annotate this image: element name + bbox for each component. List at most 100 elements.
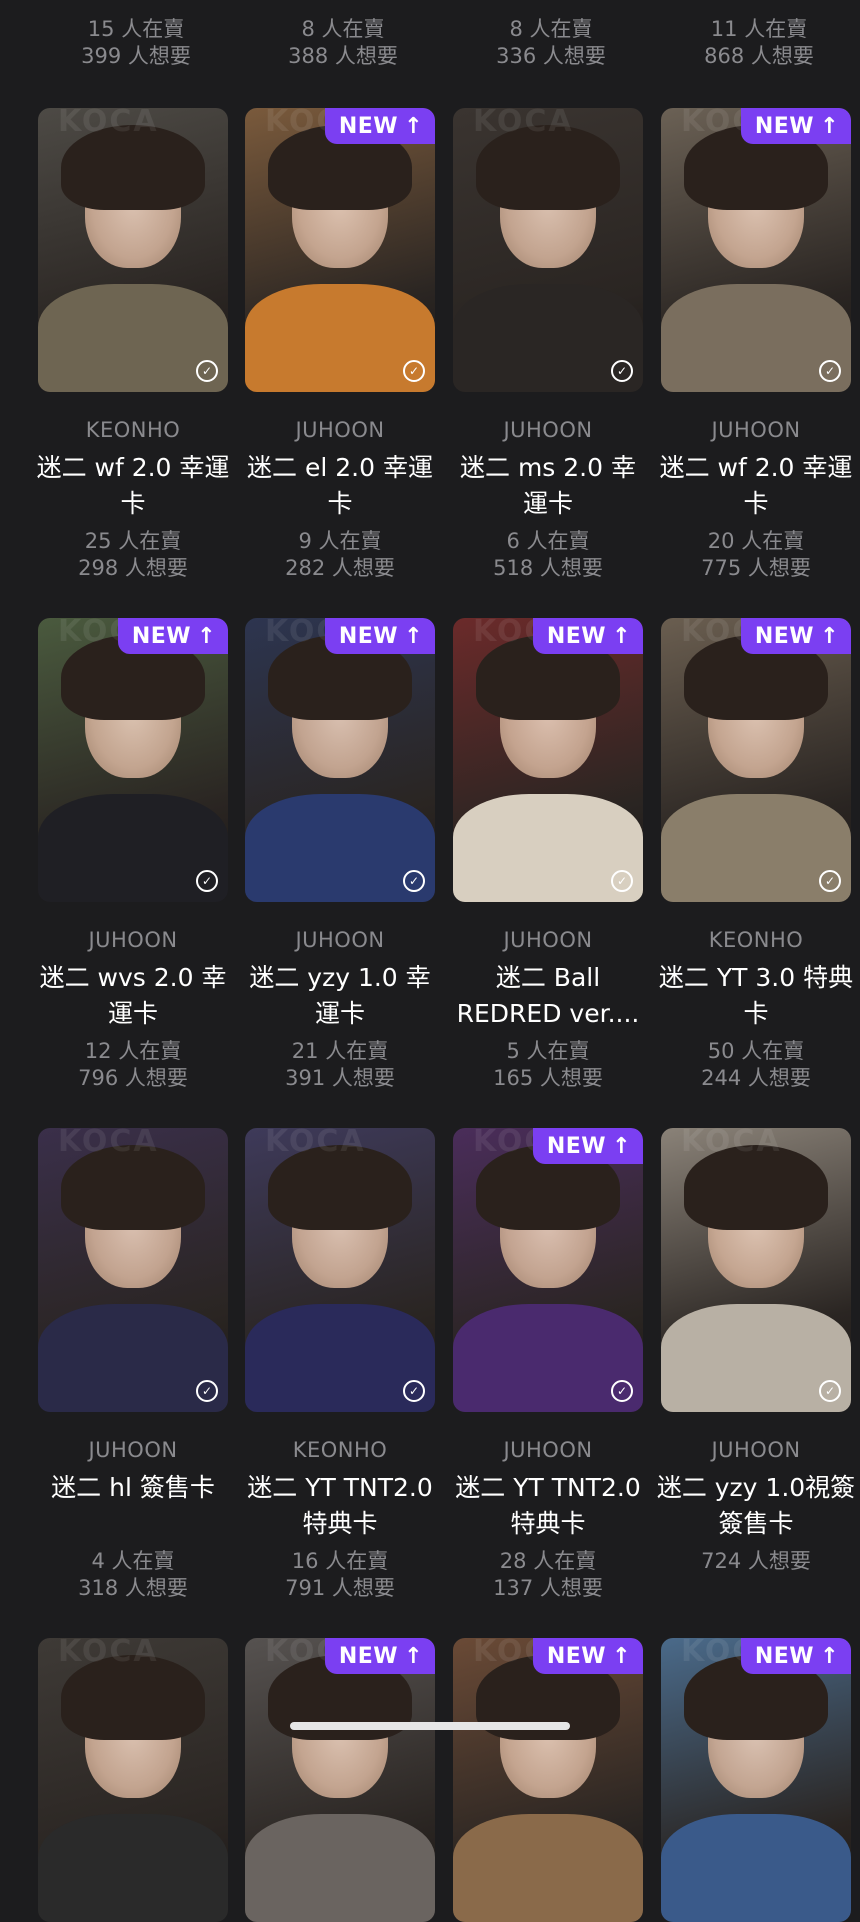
photocard[interactable]: KOCA✓	[661, 1128, 851, 1412]
check-circle-icon: ✓	[611, 360, 633, 382]
new-badge: NEW ↑	[740, 618, 851, 654]
card-title[interactable]: 迷二 yzy 1.0視簽 簽售卡	[656, 1470, 856, 1542]
card-photo	[245, 1638, 435, 1922]
card-photo	[453, 1128, 643, 1412]
card-title[interactable]: 迷二 Ball REDRED ver....	[448, 960, 648, 1032]
card-photo	[245, 618, 435, 902]
card-stats: 25 人在賣 298 人想要	[33, 528, 233, 582]
photocard[interactable]: KOCA	[38, 1638, 228, 1922]
arrow-up-icon: ↑	[404, 623, 423, 649]
wanted-count: 399 人想要	[81, 44, 191, 68]
arrow-up-icon: ↑	[612, 623, 631, 649]
wanted-count: 388 人想要	[288, 44, 398, 68]
wanted-count: 518 人想要	[493, 556, 603, 580]
photocard[interactable]: KOCANEW↑✓	[245, 108, 435, 392]
new-badge-label: NEW	[131, 623, 192, 649]
hair-shape	[683, 1145, 829, 1231]
card-stats: 12 人在賣 796 人想要	[33, 1038, 233, 1092]
new-badge: NEW ↑	[324, 1638, 435, 1674]
check-circle-icon: ✓	[611, 1380, 633, 1402]
new-badge: NEW ↑	[740, 108, 851, 144]
arrow-up-icon: ↑	[404, 1643, 423, 1669]
wanted-count: 391 人想要	[285, 1066, 395, 1090]
check-circle-icon: ✓	[196, 870, 218, 892]
card-title[interactable]: 迷二 wvs 2.0 幸運卡	[33, 960, 233, 1032]
clothing-shape	[38, 1814, 228, 1922]
photocard[interactable]: KOCANEW↑✓	[38, 618, 228, 902]
photocard[interactable]: KOCANEW↑	[245, 1638, 435, 1922]
new-badge-label: NEW	[754, 623, 815, 649]
card-stats: 28 人在賣 137 人想要	[448, 1548, 648, 1602]
photocard[interactable]: KOCANEW↑	[661, 1638, 851, 1922]
hair-shape	[475, 125, 621, 211]
card-title[interactable]: 迷二 ms 2.0 幸運卡	[448, 450, 648, 522]
photocard[interactable]: KOCA✓	[453, 108, 643, 392]
wanted-count: 336 人想要	[496, 44, 606, 68]
check-circle-icon: ✓	[403, 1380, 425, 1402]
card-title[interactable]: 迷二 YT TNT2.0 特典卡	[240, 1470, 440, 1542]
arrow-up-icon: ↑	[820, 113, 839, 139]
member-name: JUHOON	[711, 1438, 801, 1462]
card-photo	[453, 1638, 643, 1922]
sellers-count: 8 人在賣	[509, 17, 593, 41]
arrow-up-icon: ↑	[612, 1133, 631, 1159]
card-stats: 50 人在賣 244 人想要	[656, 1038, 856, 1092]
check-circle-icon: ✓	[196, 360, 218, 382]
sellers-count: 11 人在賣	[710, 17, 808, 41]
sellers-count: 5 人在賣	[506, 1039, 590, 1063]
card-photo	[453, 108, 643, 392]
card-title[interactable]: 迷二 hl 簽售卡	[33, 1470, 233, 1506]
member-name: JUHOON	[295, 418, 385, 442]
arrow-up-icon: ↑	[820, 1643, 839, 1669]
arrow-up-icon: ↑	[612, 1643, 631, 1669]
photocard[interactable]: KOCA✓	[245, 1128, 435, 1412]
sellers-count: 15 人在賣	[87, 17, 185, 41]
card-title[interactable]: 迷二 wf 2.0 幸運卡	[33, 450, 233, 522]
top-stats: 11 人在賣 868 人想要	[659, 16, 859, 70]
clothing-shape	[453, 1814, 643, 1922]
card-stats: 724 人想要	[656, 1548, 856, 1575]
new-badge: NEW ↑	[117, 618, 228, 654]
card-title[interactable]: 迷二 YT TNT2.0 特典卡	[448, 1470, 648, 1542]
card-title[interactable]: 迷二 YT 3.0 特典卡	[656, 960, 856, 1032]
check-circle-icon: ✓	[819, 360, 841, 382]
card-title[interactable]: 迷二 wf 2.0 幸運卡	[656, 450, 856, 522]
photocard[interactable]: KOCANEW↑	[453, 1638, 643, 1922]
hair-shape	[60, 1145, 206, 1231]
photocard[interactable]: KOCA✓	[38, 1128, 228, 1412]
member-name: KEONHO	[708, 928, 804, 952]
wanted-count: 868 人想要	[704, 44, 814, 68]
photocard[interactable]: KOCANEW↑✓	[661, 618, 851, 902]
photocard[interactable]: KOCANEW↑✓	[661, 108, 851, 392]
photocard[interactable]: KOCANEW↑✓	[453, 618, 643, 902]
member-name: JUHOON	[503, 928, 593, 952]
card-stats: 21 人在賣 391 人想要	[240, 1038, 440, 1092]
card-photo	[661, 1128, 851, 1412]
photocard[interactable]: KOCANEW↑✓	[245, 618, 435, 902]
card-title[interactable]: 迷二 yzy 1.0 幸運卡	[240, 960, 440, 1032]
member-name: JUHOON	[295, 928, 385, 952]
card-title[interactable]: 迷二 el 2.0 幸運卡	[240, 450, 440, 522]
home-indicator[interactable]	[290, 1722, 570, 1730]
wanted-count: 282 人想要	[285, 556, 395, 580]
card-stats: 9 人在賣 282 人想要	[240, 528, 440, 582]
photocard[interactable]: KOCA✓	[38, 108, 228, 392]
photocard[interactable]: KOCANEW↑✓	[453, 1128, 643, 1412]
sellers-count: 20 人在賣	[707, 529, 805, 553]
wanted-count: 137 人想要	[493, 1576, 603, 1600]
wanted-count: 318 人想要	[78, 1576, 188, 1600]
wanted-count: 298 人想要	[78, 556, 188, 580]
card-photo	[38, 108, 228, 392]
check-circle-icon: ✓	[819, 870, 841, 892]
hair-shape	[60, 125, 206, 211]
check-circle-icon: ✓	[819, 1380, 841, 1402]
new-badge-label: NEW	[546, 1643, 607, 1669]
top-stats: 15 人在賣 399 人想要	[36, 16, 236, 70]
check-circle-icon: ✓	[403, 870, 425, 892]
arrow-up-icon: ↑	[404, 113, 423, 139]
card-stats: 20 人在賣 775 人想要	[656, 528, 856, 582]
member-name: JUHOON	[88, 1438, 178, 1462]
new-badge: NEW ↑	[740, 1638, 851, 1674]
card-stats: 4 人在賣 318 人想要	[33, 1548, 233, 1602]
card-stats: 16 人在賣 791 人想要	[240, 1548, 440, 1602]
